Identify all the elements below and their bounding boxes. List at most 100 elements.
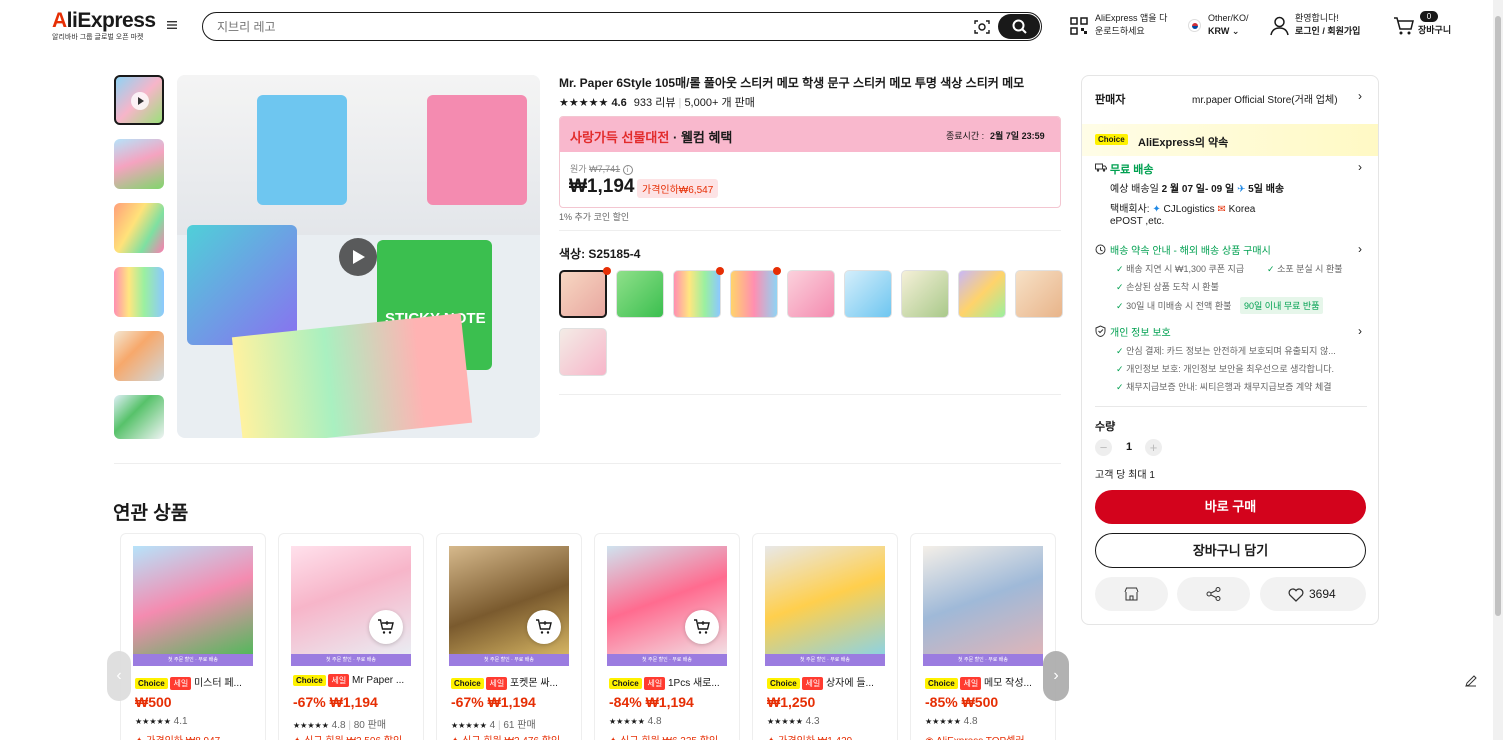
sold-count: 61 판매 [503,720,536,731]
main-product-image[interactable]: STICKY NOTE [177,75,540,438]
chevron-right-icon[interactable]: › [1358,242,1362,256]
logo-text: liExpress [66,9,156,32]
related-product-card[interactable]: 첫 주문 할인 · 무료 배송 Choice 세일 상자에 들... ₩1,250… [752,533,898,740]
search-input[interactable] [217,18,917,35]
price-row: ₩1,250 [767,694,815,710]
product-title: Mr. Paper 6Style 105매/롤 풀아웃 스티커 메모 학생 문구… [559,76,1025,90]
rating-stars: ★★★★★ [293,721,329,730]
quantity-decrease-button[interactable]: − [1095,439,1112,456]
divider [1095,406,1367,407]
add-to-cart-button[interactable]: 장바구니 담기 [1095,533,1366,568]
variant-swatch[interactable] [958,270,1006,318]
review-count[interactable]: 933 리뷰 [634,97,676,109]
wishlist-button[interactable]: 3694 [1260,577,1366,611]
chevron-right-icon[interactable]: › [1358,160,1362,174]
product-image[interactable] [765,546,885,666]
carousel-prev-button[interactable]: ‹ [107,651,131,701]
guarantee-title[interactable]: 배송 약속 안내 - 해외 배송 상품 구매시 [1110,242,1271,257]
rating-value: 4.6 [611,97,627,109]
product-box-blue [257,95,347,205]
add-to-cart-button[interactable] [685,610,719,644]
chevron-right-icon[interactable]: › [1358,324,1362,338]
currency: KRW [1208,26,1230,36]
related-title: 연관 상품 [113,503,189,524]
camera-search-icon[interactable] [973,18,991,36]
thumbnail-image[interactable] [114,139,164,189]
privacy-title[interactable]: 개인 정보 보호 [1110,324,1171,339]
variant-swatch[interactable] [559,328,607,376]
related-product-card[interactable]: 첫 주문 할인 · 무료 배송 Choice 세일 포켓몬 싸... -67% ₩1… [436,533,582,740]
edit-icon[interactable] [1464,674,1478,688]
cart-icon[interactable] [1393,16,1415,36]
region-selector[interactable]: Other/KO/KRW ⌄ [1208,12,1249,38]
carrier-label: 택배회사: [1110,204,1150,215]
privacy-text: 채무지급보증 안내: 씨티은행과 채무지급보증 계약 체결 [1126,382,1332,392]
thumbnail-video[interactable] [114,75,164,125]
product-image[interactable] [449,546,569,666]
qr-icon[interactable] [1070,17,1088,35]
product-image[interactable] [923,546,1043,666]
video-play-button[interactable] [339,238,377,276]
product-title: Mr Paper ... [351,675,405,686]
carousel-next-button[interactable]: › [1043,651,1069,701]
thumbnail-image[interactable] [114,331,164,381]
product-image[interactable] [133,546,253,666]
promo-band: 첫 주문 할인 · 무료 배송 [923,654,1043,666]
related-product-card[interactable]: 첫 주문 할인 · 무료 배송 Choice 세일 1Pcs 새로... -84% … [594,533,740,740]
scrollbar-thumb[interactable] [1495,16,1501,616]
related-product-card[interactable]: 첫 주문 할인 · 무료 배송 Choice 세일 Mr Paper ... -67… [278,533,424,740]
seller-name[interactable]: mr.paper Official Store(거래 업체) [1192,91,1338,106]
product-image[interactable] [291,546,411,666]
guarantee-item: ✓ 배송 지연 시 ₩1,300 쿠폰 지급 [1116,262,1244,275]
add-to-cart-button[interactable] [369,610,403,644]
menu-icon[interactable] [165,18,179,32]
cart-plus-icon [378,619,394,634]
hot-badge [773,267,781,275]
add-to-cart-button[interactable] [527,610,561,644]
related-product-card[interactable]: 첫 주문 할인 · 무료 배송 Choice 세일 미스터 페... ₩500 ★★… [120,533,266,740]
promo-subtitle: · 웰컴 혜택 [673,130,733,145]
aliexpress-logo[interactable]: AliExpress [52,9,156,33]
variant-swatch[interactable] [673,270,721,318]
hot-badge [603,267,611,275]
chevron-right-icon[interactable]: › [1358,89,1362,103]
variant-swatch[interactable] [787,270,835,318]
quantity-value[interactable]: 1 [1126,441,1132,453]
variant-swatch-selected[interactable] [559,270,607,318]
rating-stars: ★★★★★ [559,97,611,109]
related-product-card[interactable]: 첫 주문 할인 · 무료 배송 Choice 세일 메모 작성... -85% ₩5… [910,533,1056,740]
star-icon: ★ [588,97,599,109]
buy-now-button[interactable]: 바로 구매 [1095,490,1366,524]
user-icon[interactable] [1270,16,1289,36]
variant-swatch[interactable] [730,270,778,318]
variant-swatch[interactable] [844,270,892,318]
promo-title: 사랑가득 선물대전 [570,130,670,145]
thumbnail-image[interactable] [114,267,164,317]
star-icon: ★ [568,97,579,109]
variant-swatch[interactable] [616,270,664,318]
search-button[interactable] [998,14,1040,39]
promo-end-label: 종료시간 : [946,131,985,141]
truck-icon [1095,163,1107,172]
app-download-link[interactable]: AliExpress 앱을 다 운로드하세요 [1095,12,1167,38]
cart-label[interactable]: 장바구니 [1418,24,1451,37]
thumbnail-image[interactable] [114,395,164,439]
variant-swatch[interactable] [901,270,949,318]
promo-band: 첫 주문 할인 · 무료 배송 [607,654,727,666]
rating-row: ★★★★★ 4.6 933 리뷰 | 5,000+ 개 판매 [559,94,755,110]
product-title-row: Choice 세일 Mr Paper ... [293,674,418,687]
product-image[interactable] [607,546,727,666]
star-icon: ★ [598,97,609,109]
promo-band: 첫 주문 할인 · 무료 배송 [291,654,411,666]
store-button[interactable] [1095,577,1168,611]
free-shipping[interactable]: 무료 배송 [1110,161,1154,177]
rating-row: ★★★★★ 4 | 61 판매 [451,716,536,731]
share-button[interactable] [1177,577,1250,611]
check-icon: ✓ [1267,264,1275,274]
login-link[interactable]: 환영합니다! 로그인 / 회원가입 [1295,12,1360,38]
quantity-increase-button[interactable]: + [1145,439,1162,456]
info-icon[interactable]: i [622,165,633,175]
thumbnail-image[interactable] [114,203,164,253]
variant-swatch[interactable] [1015,270,1063,318]
check-icon: ✓ [1116,264,1124,274]
